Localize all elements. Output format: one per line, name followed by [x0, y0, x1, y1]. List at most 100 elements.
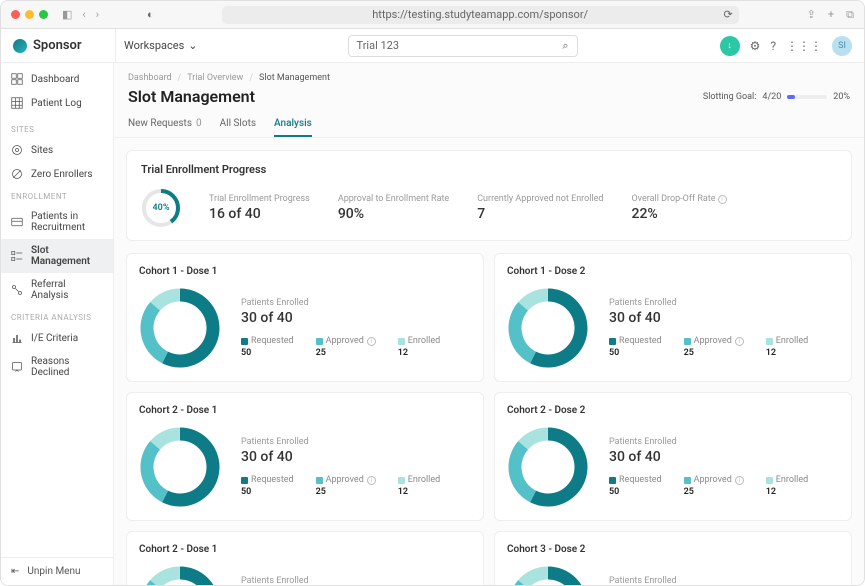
sidebar-item-label: Sites [31, 145, 53, 156]
search-value: Trial 123 [357, 39, 400, 52]
gear-icon[interactable]: ⚙ [750, 39, 761, 53]
legend-item: Requested 50 [241, 336, 294, 358]
crumb-current: Slot Management [259, 73, 330, 83]
unpin-label: Unpin Menu [27, 566, 80, 577]
tabs-icon[interactable]: ⧉ [846, 8, 854, 22]
legend-item: Requested 50 [609, 475, 662, 497]
sidebar-item-label: Zero Enrollers [31, 169, 93, 180]
sidebar-item-dashboard[interactable]: Dashboard [1, 67, 113, 91]
help-icon[interactable]: ? [770, 39, 776, 53]
legend-item: Requested 50 [609, 336, 662, 358]
page-title: Slot Management [128, 87, 255, 106]
legend-item: Enrolled 12 [766, 475, 808, 497]
reload-icon[interactable]: ⟳ [723, 8, 732, 21]
download-badge[interactable]: ↓ [720, 36, 740, 56]
info-icon[interactable]: i [367, 476, 376, 485]
sidebar-item-sites[interactable]: Sites [1, 138, 113, 162]
apps-icon[interactable]: ⋮⋮⋮ [786, 39, 822, 53]
sidebar-item-referral-analysis[interactable]: Referral Analysis [1, 273, 113, 307]
sidebar-item-patient-log[interactable]: Patient Log [1, 91, 113, 115]
cohort-enrolled-value: 30 of 40 [241, 449, 471, 465]
user-avatar[interactable]: SI [832, 36, 852, 56]
cohort-card: Cohort 2 - Dose 1 Patients Enrolled 30 o… [126, 392, 484, 521]
legend-item: Approvedi 25 [316, 475, 376, 497]
trial-progress-donut: 40% [141, 188, 181, 228]
cohort-title: Cohort 1 - Dose 1 [139, 266, 471, 277]
unpin-icon: ⇤ [11, 566, 19, 577]
info-icon[interactable]: i [718, 195, 727, 204]
stat-approved-not-enrolled: Currently Approved not Enrolled 7 [477, 194, 603, 222]
cohort-card: Cohort 1 - Dose 1 Patients Enrolled 30 o… [126, 253, 484, 382]
traffic-lights[interactable] [11, 10, 48, 19]
cohort-card: Cohort 2 - Dose 1 Patients Enrolled 30 o… [126, 531, 484, 585]
url-bar[interactable]: https://testing.studyteamapp.com/sponsor… [222, 6, 739, 24]
sidebar-item-zero-enrollers[interactable]: Zero Enrollers [1, 162, 113, 186]
tabs: New Requests0 All Slots Analysis [114, 112, 864, 138]
legend-item: Approvedi 25 [684, 336, 744, 358]
sidebar-section-enrollment: ENROLLMENT [1, 186, 113, 205]
tab-new-requests[interactable]: New Requests0 [128, 112, 202, 137]
cohort-title: Cohort 2 - Dose 1 [139, 544, 471, 555]
tab-analysis[interactable]: Analysis [274, 112, 312, 137]
sidebar-item-label: I/E Criteria [31, 333, 78, 344]
workspace-selector[interactable]: Workspaces ⌄ [115, 29, 206, 62]
sidebar-item-label: Dashboard [31, 74, 79, 85]
info-icon[interactable]: i [735, 337, 744, 346]
search-input[interactable]: Trial 123 ⌕ [348, 35, 578, 57]
cohort-card: Cohort 1 - Dose 2 Patients Enrolled 30 o… [494, 253, 852, 382]
legend-item: Requested 50 [241, 475, 294, 497]
cohort-title: Cohort 1 - Dose 2 [507, 266, 839, 277]
sidebar-item-label: Referral Analysis [31, 279, 103, 301]
cohort-card: Cohort 2 - Dose 2 Patients Enrolled 30 o… [494, 392, 852, 521]
browser-chrome: ◧ ‹ › ◐ https://testing.studyteamapp.com… [1, 1, 864, 29]
unpin-menu[interactable]: ⇤ Unpin Menu [1, 557, 113, 585]
cohort-donut-icon [139, 287, 221, 369]
cohort-enrolled-value: 30 of 40 [609, 310, 839, 326]
url-text: https://testing.studyteamapp.com/sponsor… [372, 8, 588, 21]
cohort-grid: Cohort 1 - Dose 1 Patients Enrolled 30 o… [114, 253, 864, 585]
shield-icon[interactable]: ◐ [147, 8, 154, 21]
sidebar-item-ie-criteria[interactable]: I/E Criteria [1, 326, 113, 350]
target-icon [11, 144, 23, 156]
legend-item: Enrolled 12 [766, 336, 808, 358]
brand[interactable]: Sponsor [13, 38, 105, 53]
chart-icon [11, 332, 23, 344]
legend-item: Enrolled 12 [398, 336, 440, 358]
tab-all-slots[interactable]: All Slots [220, 112, 256, 137]
legend-item: Approvedi 25 [316, 336, 376, 358]
sidebar-item-label: Reasons Declined [31, 356, 103, 378]
slot-icon [11, 250, 23, 262]
back-icon[interactable]: ‹ [82, 8, 85, 21]
cohort-enrolled-label: Patients Enrolled [241, 437, 471, 447]
sidebar-item-patients-recruitment[interactable]: Patients in Recruitment [1, 205, 113, 239]
grid-icon [11, 97, 23, 109]
new-tab-icon[interactable]: + [828, 8, 834, 22]
sidebar-item-slot-management[interactable]: Slot Management [1, 239, 113, 273]
sidebar-toggle-icon[interactable]: ◧ [62, 8, 72, 21]
card-icon [11, 216, 23, 228]
info-icon[interactable]: i [367, 337, 376, 346]
sidebar-section-criteria: CRITERIA ANALYSIS [1, 307, 113, 326]
crumb-trial[interactable]: Trial Overview [187, 73, 243, 83]
sidebar-item-label: Slot Management [31, 245, 103, 267]
cohort-legend: Requested 50 Approvedi 25 Enrolled 12 [241, 475, 471, 497]
crumb-dashboard[interactable]: Dashboard [128, 73, 172, 83]
sidebar: Dashboard Patient Log SITES Sites Zero E… [1, 63, 114, 585]
info-icon[interactable]: i [735, 476, 744, 485]
share-icon[interactable]: ⇪ [807, 8, 816, 22]
chevron-down-icon: ⌄ [188, 39, 197, 52]
sidebar-item-reasons-declined[interactable]: Reasons Declined [1, 350, 113, 384]
goal-progress-bar [787, 95, 827, 99]
referral-icon [11, 284, 23, 296]
search-icon: ⌕ [562, 39, 568, 53]
brand-logo-icon [13, 39, 27, 53]
cohort-donut-icon [139, 426, 221, 508]
cohort-title: Cohort 3 - Dose 2 [507, 544, 839, 555]
forward-icon[interactable]: › [96, 8, 99, 21]
cohort-legend: Requested 50 Approvedi 25 Enrolled 12 [609, 475, 839, 497]
stat-dropoff-rate: Overall Drop-Off Ratei 22% [631, 194, 726, 222]
breadcrumb: Dashboard / Trial Overview / Slot Manage… [114, 63, 864, 87]
cohort-legend: Requested 50 Approvedi 25 Enrolled 12 [609, 336, 839, 358]
cohort-enrolled-label: Patients Enrolled [241, 298, 471, 308]
cohort-title: Cohort 2 - Dose 2 [507, 405, 839, 416]
